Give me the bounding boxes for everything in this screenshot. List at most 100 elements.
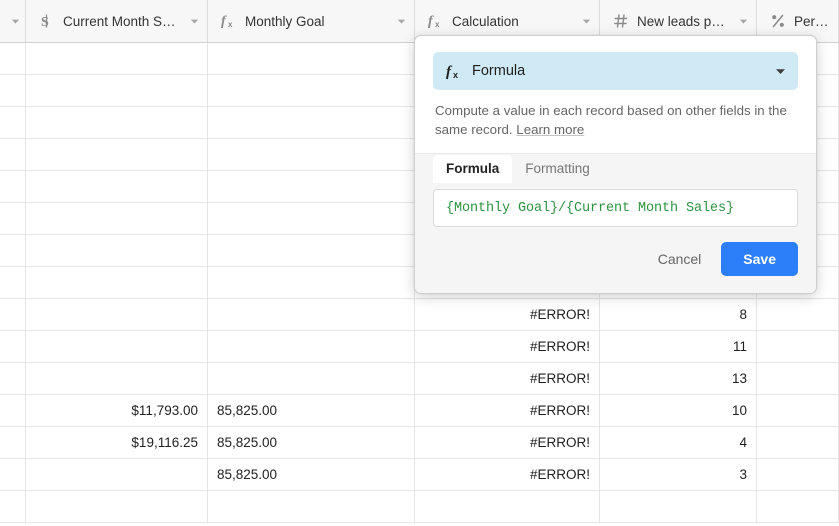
svg-text:S: S bbox=[41, 15, 49, 29]
learn-more-link[interactable]: Learn more bbox=[516, 122, 584, 137]
row-number-cell[interactable] bbox=[0, 491, 26, 522]
row-number-cell[interactable] bbox=[0, 363, 26, 394]
popup-tab-list: Formula Formatting bbox=[415, 154, 816, 183]
cell-current-month-sales[interactable] bbox=[26, 107, 208, 138]
row-number-cell[interactable] bbox=[0, 203, 26, 234]
cell-current-month-sales[interactable] bbox=[26, 203, 208, 234]
cell-monthly-goal[interactable]: 85,825.00 bbox=[208, 395, 415, 426]
row-number-cell[interactable] bbox=[0, 427, 26, 458]
column-header-label: New leads per ... bbox=[637, 13, 732, 29]
svg-text:x: x bbox=[453, 70, 458, 80]
cell-current-month-sales[interactable] bbox=[26, 363, 208, 394]
row-number-cell[interactable] bbox=[0, 75, 26, 106]
svg-text:f: f bbox=[446, 64, 453, 80]
cell-current-month-sales[interactable] bbox=[26, 459, 208, 490]
cell-current-month-sales[interactable] bbox=[26, 331, 208, 362]
cell-calculation[interactable]: #ERROR! bbox=[415, 299, 600, 330]
cell-current-month-sales[interactable] bbox=[26, 171, 208, 202]
cell-monthly-goal[interactable] bbox=[208, 299, 415, 330]
column-header-current-month-sales[interactable]: S Current Month Sales bbox=[26, 0, 208, 42]
chevron-down-icon bbox=[775, 66, 786, 77]
cell-new-leads-per[interactable] bbox=[600, 491, 757, 522]
cell-new-leads-per[interactable]: 8 bbox=[600, 299, 757, 330]
cell-current-month-sales[interactable] bbox=[26, 299, 208, 330]
chevron-down-icon[interactable] bbox=[11, 16, 21, 26]
table-row[interactable] bbox=[0, 491, 839, 523]
cell-current-month-sales[interactable] bbox=[26, 235, 208, 266]
tab-formatting[interactable]: Formatting bbox=[512, 155, 603, 183]
cell-current-month-sales[interactable] bbox=[26, 43, 208, 74]
cell-monthly-goal[interactable] bbox=[208, 363, 415, 394]
cell-calculation[interactable]: #ERROR! bbox=[415, 459, 600, 490]
table-row[interactable]: #ERROR! 8 bbox=[0, 299, 839, 331]
cell-calculation[interactable] bbox=[415, 491, 600, 522]
row-number-cell[interactable] bbox=[0, 395, 26, 426]
cell-new-leads-per[interactable]: 3 bbox=[600, 459, 757, 490]
cell-current-month-sales[interactable] bbox=[26, 267, 208, 298]
cell-percent-d[interactable] bbox=[757, 427, 839, 458]
cell-current-month-sales[interactable] bbox=[26, 139, 208, 170]
cell-current-month-sales[interactable]: $11,793.00 bbox=[26, 395, 208, 426]
table-row[interactable]: $11,793.00 85,825.00 #ERROR! 10 bbox=[0, 395, 839, 427]
column-header-rownum[interactable] bbox=[0, 0, 26, 42]
row-number-cell[interactable] bbox=[0, 459, 26, 490]
cell-monthly-goal[interactable] bbox=[208, 491, 415, 522]
cell-new-leads-per[interactable]: 4 bbox=[600, 427, 757, 458]
cell-new-leads-per[interactable]: 13 bbox=[600, 363, 757, 394]
chevron-down-icon[interactable] bbox=[189, 16, 199, 26]
field-type-select[interactable]: f x Formula bbox=[433, 52, 798, 90]
cell-percent-d[interactable] bbox=[757, 491, 839, 522]
cell-new-leads-per[interactable]: 10 bbox=[600, 395, 757, 426]
app-root: S Current Month Sales f x Monthly Goal f x Calc… bbox=[0, 0, 839, 526]
row-number-cell[interactable] bbox=[0, 235, 26, 266]
cell-percent-d[interactable] bbox=[757, 363, 839, 394]
cell-current-month-sales[interactable] bbox=[26, 491, 208, 522]
row-number-cell[interactable] bbox=[0, 331, 26, 362]
cell-calculation[interactable]: #ERROR! bbox=[415, 363, 600, 394]
cell-monthly-goal[interactable]: 85,825.00 bbox=[208, 427, 415, 458]
chevron-down-icon[interactable] bbox=[738, 16, 748, 26]
cell-calculation[interactable]: #ERROR! bbox=[415, 427, 600, 458]
cell-calculation[interactable]: #ERROR! bbox=[415, 331, 600, 362]
cell-monthly-goal[interactable] bbox=[208, 203, 415, 234]
column-header-label: Calculation bbox=[452, 13, 519, 29]
cell-monthly-goal[interactable] bbox=[208, 267, 415, 298]
cell-monthly-goal[interactable] bbox=[208, 235, 415, 266]
field-description-text: Compute a value in each record based on … bbox=[435, 103, 787, 137]
cancel-button[interactable]: Cancel bbox=[644, 243, 716, 275]
cell-current-month-sales[interactable]: $19,116.25 bbox=[26, 427, 208, 458]
formula-icon: f x bbox=[445, 63, 462, 80]
chevron-down-icon[interactable] bbox=[581, 16, 591, 26]
cell-monthly-goal[interactable] bbox=[208, 331, 415, 362]
cell-percent-d[interactable] bbox=[757, 299, 839, 330]
cell-percent-d[interactable] bbox=[757, 395, 839, 426]
percent-icon bbox=[769, 12, 787, 30]
table-row[interactable]: #ERROR! 13 bbox=[0, 363, 839, 395]
save-button[interactable]: Save bbox=[721, 242, 798, 276]
cell-monthly-goal[interactable] bbox=[208, 107, 415, 138]
row-number-cell[interactable] bbox=[0, 267, 26, 298]
cell-current-month-sales[interactable] bbox=[26, 75, 208, 106]
cell-monthly-goal[interactable] bbox=[208, 75, 415, 106]
cell-percent-d[interactable] bbox=[757, 459, 839, 490]
cell-monthly-goal[interactable]: 85,825.00 bbox=[208, 459, 415, 490]
row-number-cell[interactable] bbox=[0, 139, 26, 170]
formula-input[interactable]: {Monthly Goal}/{Current Month Sales} bbox=[433, 189, 798, 227]
cell-monthly-goal[interactable] bbox=[208, 43, 415, 74]
row-number-cell[interactable] bbox=[0, 43, 26, 74]
row-number-cell[interactable] bbox=[0, 171, 26, 202]
cell-monthly-goal[interactable] bbox=[208, 139, 415, 170]
column-header-monthly-goal[interactable]: f x Monthly Goal bbox=[208, 0, 415, 42]
tab-formula[interactable]: Formula bbox=[433, 155, 513, 183]
cell-monthly-goal[interactable] bbox=[208, 171, 415, 202]
table-row[interactable]: 85,825.00 #ERROR! 3 bbox=[0, 459, 839, 491]
table-row[interactable]: #ERROR! 11 bbox=[0, 331, 839, 363]
row-number-cell[interactable] bbox=[0, 299, 26, 330]
table-row[interactable]: $19,116.25 85,825.00 #ERROR! 4 bbox=[0, 427, 839, 459]
row-number-cell[interactable] bbox=[0, 107, 26, 138]
chevron-down-icon[interactable] bbox=[396, 16, 406, 26]
cell-new-leads-per[interactable]: 11 bbox=[600, 331, 757, 362]
cell-percent-d[interactable] bbox=[757, 331, 839, 362]
formula-editor-popup: f x Formula Compute a value in each reco… bbox=[414, 35, 817, 294]
cell-calculation[interactable]: #ERROR! bbox=[415, 395, 600, 426]
